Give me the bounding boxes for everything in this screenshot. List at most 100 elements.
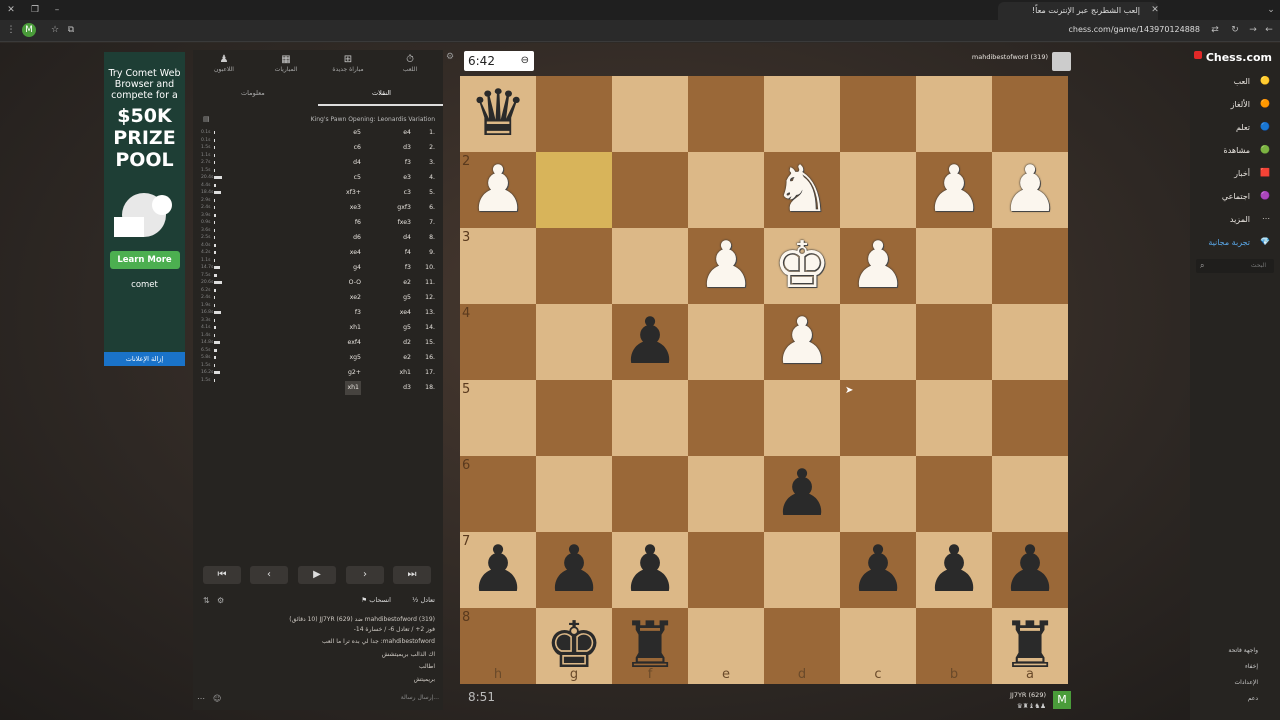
black-move[interactable]: f6 <box>355 216 361 230</box>
prev-move-button[interactable]: ‹ <box>250 566 288 584</box>
board-square[interactable]: g ♚ <box>536 608 612 684</box>
board-square[interactable]: ♟ <box>612 304 688 380</box>
black-move[interactable]: xh1 <box>345 381 361 395</box>
white-move[interactable]: xh1 <box>399 366 411 380</box>
flip-board-icon[interactable]: ⇅ <box>203 596 210 605</box>
black-move[interactable]: c5 <box>354 171 361 185</box>
board-square[interactable] <box>688 304 764 380</box>
board-square[interactable] <box>536 152 612 228</box>
minimize-window-icon[interactable]: – <box>50 3 64 17</box>
board-square[interactable] <box>916 228 992 304</box>
board-square[interactable] <box>840 456 916 532</box>
sidebar-item[interactable]: الألغاز <box>1231 100 1250 109</box>
white-move[interactable]: e2 <box>403 351 411 365</box>
white-pawn-icon[interactable]: ♟ <box>469 158 526 222</box>
white-move[interactable]: d2 <box>403 336 411 350</box>
menu-icon[interactable]: ⋮ <box>4 23 18 37</box>
board-square[interactable] <box>764 380 840 456</box>
browser-tab[interactable]: إلعب الشطرنج عبر الإنترنت معاً! <box>998 2 1158 20</box>
board-square[interactable] <box>688 76 764 152</box>
black-move[interactable]: d4 <box>353 156 361 170</box>
explorer-icon[interactable]: ▤ <box>203 115 210 123</box>
white-move[interactable]: e2 <box>403 276 411 290</box>
board-square[interactable]: ♟ <box>536 532 612 608</box>
black-move[interactable]: c6 <box>354 141 361 155</box>
black-move[interactable]: O-O <box>349 276 361 290</box>
board-square[interactable] <box>992 304 1068 380</box>
notification-badge[interactable] <box>1194 51 1202 59</box>
board-square[interactable] <box>992 380 1068 456</box>
player-avatar[interactable]: M <box>1053 691 1071 709</box>
white-knight-icon[interactable]: ♞ <box>773 158 830 222</box>
more-icon[interactable]: ⋯ <box>197 694 205 703</box>
board-square[interactable]: 7 ♟ <box>460 532 536 608</box>
board-square[interactable] <box>688 532 764 608</box>
sidebar-item[interactable]: تعلم <box>1236 123 1250 132</box>
board-square[interactable] <box>688 152 764 228</box>
restore-window-icon[interactable]: ❐ <box>28 3 42 17</box>
white-move[interactable]: xe4 <box>400 306 411 320</box>
site-settings-icon[interactable]: ⇄ <box>1208 23 1222 37</box>
url-field[interactable]: chess.com/game/143970124888 <box>1068 25 1200 34</box>
board-square[interactable]: d <box>764 608 840 684</box>
board-square[interactable]: ♟ <box>612 532 688 608</box>
advertisement[interactable]: Try Comet Web Browser and compete for a … <box>104 52 185 366</box>
board-square[interactable] <box>612 76 688 152</box>
white-move[interactable]: f3 <box>405 156 411 170</box>
black-pawn-icon[interactable]: ♟ <box>621 538 678 602</box>
black-move[interactable]: f3 <box>355 306 361 320</box>
sidebar-item[interactable]: العب <box>1234 77 1250 86</box>
white-move[interactable]: g5 <box>403 291 411 305</box>
board-square[interactable] <box>536 456 612 532</box>
board-square[interactable] <box>916 304 992 380</box>
black-pawn-icon[interactable]: ♟ <box>621 310 678 374</box>
black-move[interactable]: xe2 <box>350 291 361 305</box>
board-square[interactable] <box>992 228 1068 304</box>
white-pawn-icon[interactable]: ♟ <box>773 310 830 374</box>
board-square[interactable] <box>612 152 688 228</box>
board-square[interactable] <box>612 228 688 304</box>
learn-more-button[interactable]: Learn More <box>109 251 180 269</box>
board-square[interactable] <box>536 76 612 152</box>
black-pawn-icon[interactable]: ♟ <box>1001 538 1058 602</box>
white-move[interactable]: g5 <box>403 321 411 335</box>
board-square[interactable] <box>916 76 992 152</box>
last-move-button[interactable]: ⏭ <box>393 566 431 584</box>
sidebar-item[interactable]: تجربة مجانية <box>1208 238 1250 247</box>
black-move[interactable]: g2+ <box>348 366 361 380</box>
board-square[interactable]: ♞ <box>764 152 840 228</box>
black-move[interactable]: e5 <box>353 126 361 140</box>
board-square[interactable]: 5 <box>460 380 536 456</box>
board-square[interactable] <box>764 76 840 152</box>
board-square[interactable] <box>992 456 1068 532</box>
back-icon[interactable]: ← <box>1262 23 1276 37</box>
nav-new-game[interactable]: ⊞ مباراة جديدة <box>323 54 373 73</box>
next-move-arrow-button[interactable]: › <box>346 566 384 584</box>
white-move[interactable]: e3 <box>403 171 411 185</box>
board-square[interactable]: ♟ <box>840 228 916 304</box>
nav-games[interactable]: ▦ المباريات <box>261 54 311 73</box>
board-square[interactable]: ♟ <box>916 152 992 228</box>
board-square[interactable]: ♟ <box>916 532 992 608</box>
board-square[interactable]: 6 <box>460 456 536 532</box>
first-move-button[interactable]: ⏮ <box>203 566 241 584</box>
black-pawn-icon[interactable]: ♟ <box>469 538 526 602</box>
sidebar-bottom-item[interactable]: إخفاء <box>1245 663 1258 670</box>
tab-info[interactable]: معلومات <box>241 89 265 97</box>
board-square[interactable]: ♛ <box>460 76 536 152</box>
sidebar-bottom-item[interactable]: واجهة فاتحة <box>1228 647 1258 654</box>
board-square[interactable] <box>536 380 612 456</box>
tab-moves[interactable]: النقلات <box>372 89 391 97</box>
share-icon[interactable]: ⚙ <box>217 596 224 605</box>
nav-players[interactable]: ♟ اللاعبون <box>199 54 249 73</box>
black-pawn-icon[interactable]: ♟ <box>849 538 906 602</box>
bookmark-star-icon[interactable]: ☆ <box>48 23 62 37</box>
board-square[interactable] <box>916 456 992 532</box>
chess-board[interactable]: ♛ 2 ♟ ♞ ♟ ♟ 3 ♟ ♚ ♟ 4 ♟ ♟ 5 6 ♟ 7 ♟ ♟ ♟ ♟ ♟ ♟ 8 h g ♚ f ♜ e d c b a ♜ <box>460 76 1068 684</box>
black-pawn-icon[interactable]: ♟ <box>545 538 602 602</box>
white-pawn-icon[interactable]: ♟ <box>1001 158 1058 222</box>
tab-menu-icon[interactable]: ⌄ <box>1264 3 1278 17</box>
board-square[interactable] <box>688 380 764 456</box>
sidebar-item[interactable]: أخبار <box>1234 169 1250 178</box>
board-square[interactable] <box>840 152 916 228</box>
